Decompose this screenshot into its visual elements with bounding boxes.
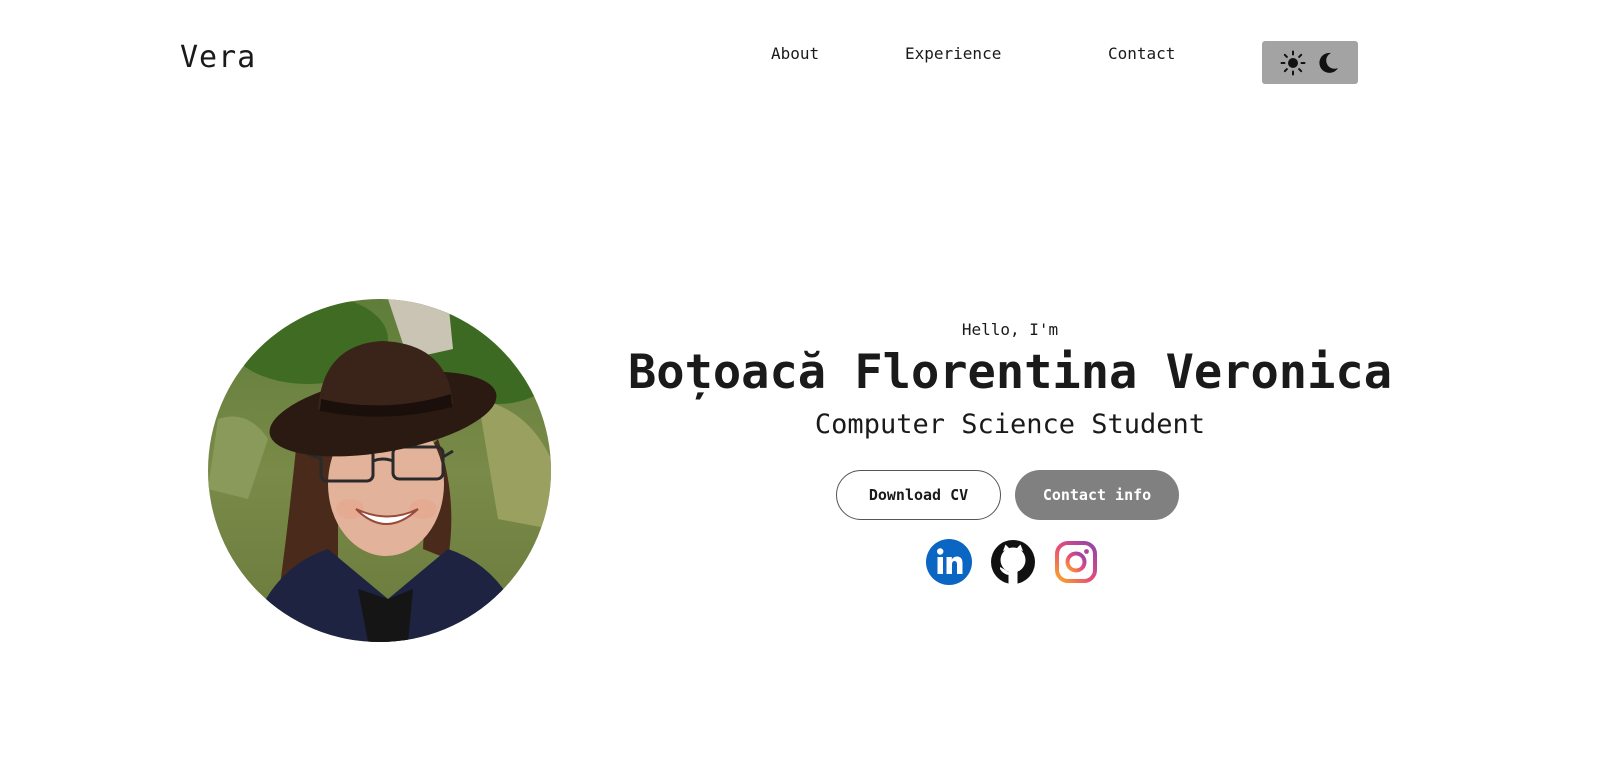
moon-icon[interactable]: [1316, 51, 1340, 75]
site-logo[interactable]: Vera: [180, 40, 256, 75]
nav-contact[interactable]: Contact: [1108, 44, 1175, 63]
nav-experience[interactable]: Experience: [905, 44, 1001, 63]
person-name: Boțoacă Florentina Veronica: [627, 345, 1392, 400]
sun-icon[interactable]: [1280, 50, 1306, 76]
social-links: [926, 539, 1098, 589]
instagram-icon[interactable]: [1054, 540, 1098, 588]
greeting-text: Hello, I'm: [961, 320, 1059, 339]
hero-buttons: Download CV Contact info: [836, 470, 1179, 520]
hero-section: Hello, I'm Boțoacă Florentina Veronica C…: [610, 320, 1410, 440]
contact-info-button[interactable]: Contact info: [1015, 470, 1179, 520]
download-cv-button[interactable]: Download CV: [836, 470, 1001, 520]
linkedin-icon[interactable]: [926, 539, 972, 589]
nav-about[interactable]: About: [771, 44, 819, 63]
profile-photo: [208, 299, 551, 642]
theme-toggle-button[interactable]: [1262, 41, 1358, 84]
role-title: Computer Science Student: [814, 409, 1206, 440]
github-icon[interactable]: [990, 539, 1036, 589]
